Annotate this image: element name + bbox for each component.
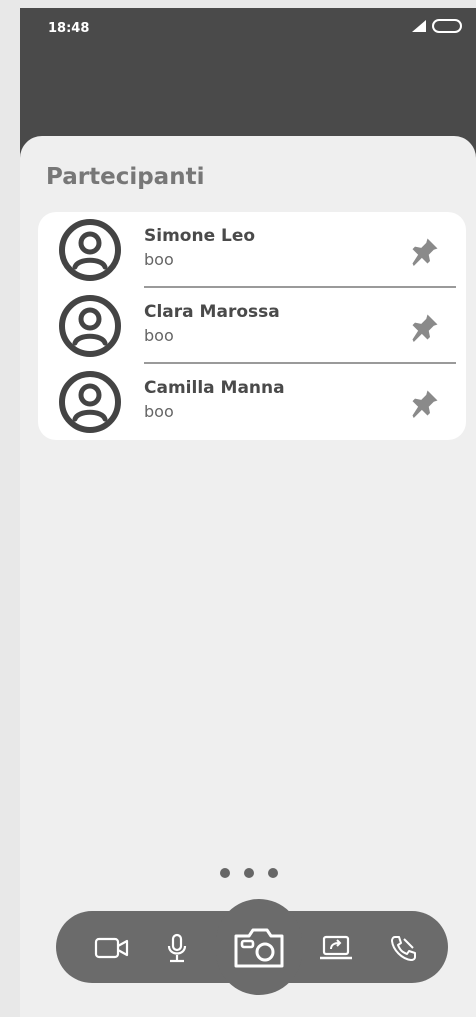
camera-button[interactable]: [226, 922, 292, 974]
participant-row[interactable]: Simone Leo boo: [38, 212, 466, 288]
camera-icon: [234, 928, 284, 968]
screen-share-icon: [320, 935, 352, 960]
microphone-icon: [167, 933, 187, 963]
participant-subtitle: boo: [144, 250, 174, 269]
end-call-icon: [391, 936, 416, 961]
video-toggle-button[interactable]: [92, 933, 132, 963]
page-indicator[interactable]: [220, 868, 278, 878]
video-camera-icon: [94, 937, 129, 959]
participant-name: Clara Marossa: [144, 302, 280, 322]
status-icons: [412, 19, 462, 33]
participant-name: Simone Leo: [144, 226, 256, 246]
battery-icon: [432, 19, 462, 33]
avatar-icon: [59, 371, 121, 433]
pin-icon[interactable]: [410, 312, 440, 342]
avatar-icon: [59, 295, 121, 357]
phone-screen: 18:48 Partecipanti Simone Leo boo Clara …: [20, 8, 476, 1017]
page-dot[interactable]: [220, 868, 230, 878]
signal-icon: [412, 20, 426, 32]
pin-icon[interactable]: [410, 388, 440, 418]
pin-icon[interactable]: [410, 236, 440, 266]
avatar-icon: [59, 219, 121, 281]
status-time: 18:48: [48, 21, 90, 36]
screen-share-button[interactable]: [316, 932, 356, 964]
participants-card: Simone Leo boo Clara Marossa boo Camilla…: [38, 212, 466, 440]
page-dot[interactable]: [244, 868, 254, 878]
participant-name: Camilla Manna: [144, 378, 285, 398]
participant-row[interactable]: Camilla Manna boo: [38, 364, 466, 440]
page-title: Partecipanti: [46, 164, 205, 190]
participant-row[interactable]: Clara Marossa boo: [38, 288, 466, 364]
participant-subtitle: boo: [144, 326, 174, 345]
end-call-button[interactable]: [386, 932, 420, 964]
participant-subtitle: boo: [144, 402, 174, 421]
page-dot[interactable]: [268, 868, 278, 878]
mute-button[interactable]: [162, 930, 192, 966]
